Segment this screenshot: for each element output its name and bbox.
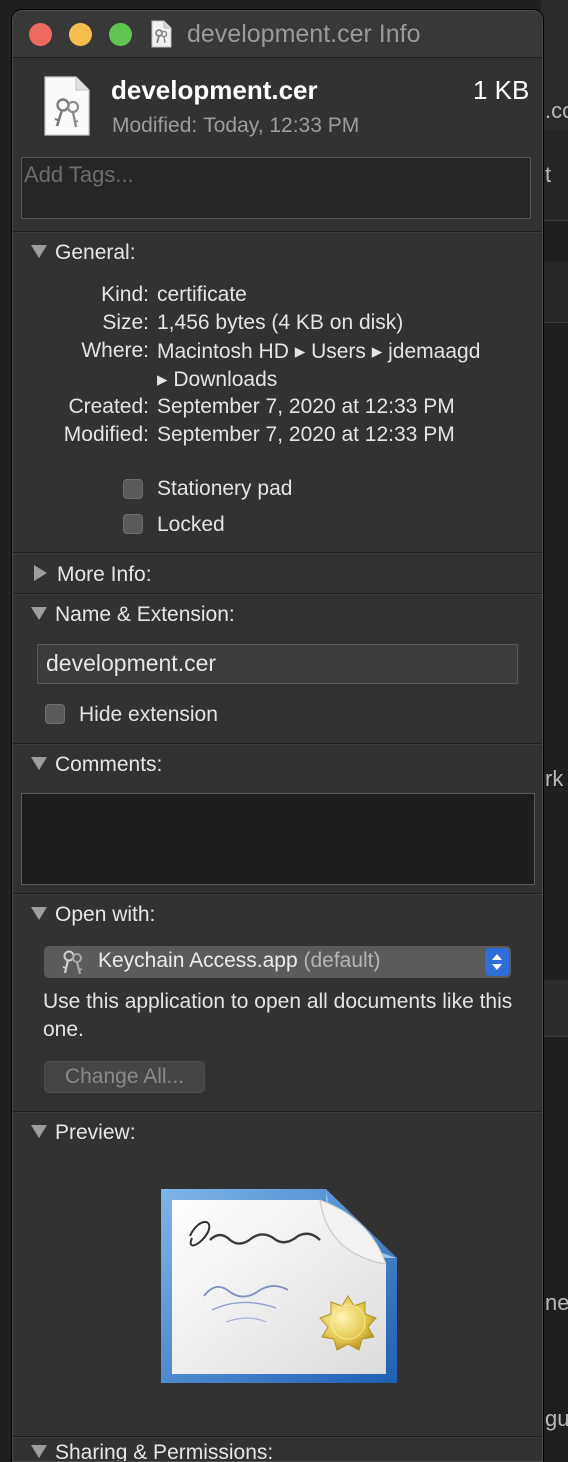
change-all-button[interactable]: Change All... (44, 1061, 205, 1093)
info-window: development.cer Info development.cer 1 K… (12, 10, 543, 1462)
background-text: gu (545, 1406, 568, 1431)
stationery-pad-checkbox[interactable] (123, 479, 143, 499)
where-value-continued: ▸ Downloads (157, 368, 278, 391)
locked-checkbox[interactable] (123, 514, 143, 534)
title-bar[interactable]: development.cer Info (13, 11, 542, 58)
preview-heading: Preview: (55, 1121, 136, 1144)
open-with-description: Use this application to open all documen… (43, 990, 513, 1041)
divider (13, 1436, 542, 1437)
close-button[interactable] (29, 23, 52, 46)
name-extension-heading: Name & Extension: (55, 603, 235, 626)
background-text: t (545, 162, 552, 187)
file-name: development.cer (111, 75, 318, 105)
background-row (541, 980, 568, 1037)
disclosure-open-icon (31, 244, 47, 258)
general-heading: General: (55, 241, 136, 264)
open-with-section-toggle[interactable]: Open with: (31, 903, 155, 927)
hide-extension-checkbox[interactable] (45, 704, 65, 724)
certificate-file-icon (151, 20, 172, 48)
divider (13, 593, 542, 594)
certificate-document-icon (44, 76, 90, 136)
background-text: .co (545, 98, 568, 123)
locked-label: Locked (157, 513, 225, 536)
where-label: Where: (81, 339, 149, 362)
select-arrows-icon[interactable] (485, 948, 509, 976)
stationery-pad-label: Stationery pad (157, 477, 293, 500)
name-field[interactable]: development.cer (37, 644, 518, 684)
disclosure-open-icon (31, 1444, 47, 1458)
divider (13, 893, 542, 894)
tags-placeholder: Add Tags... (24, 162, 134, 187)
comments-heading: Comments: (55, 753, 163, 776)
chevron-down-icon (492, 964, 502, 970)
certificate-preview-image (161, 1189, 397, 1383)
comments-field[interactable] (21, 793, 535, 885)
kind-label: Kind: (101, 283, 149, 306)
application-default-tag: (default) (303, 949, 381, 972)
header-modified-label: Modified: (112, 114, 198, 137)
divider (13, 231, 542, 232)
chevron-up-icon (492, 954, 502, 960)
more-info-section-toggle[interactable]: More Info: (31, 563, 152, 587)
kind-value: certificate (157, 283, 247, 306)
general-section-toggle[interactable]: General: (31, 241, 136, 265)
comments-section-toggle[interactable]: Comments: (31, 753, 162, 777)
disclosure-open-icon (31, 606, 47, 620)
file-size: 1 KB (473, 75, 530, 105)
hide-extension-label: Hide extension (79, 703, 218, 726)
background-text: rk (545, 766, 564, 791)
created-value: September 7, 2020 at 12:33 PM (157, 395, 455, 418)
created-label: Created: (68, 395, 149, 418)
modified-label: Modified: (63, 423, 149, 446)
disclosure-open-icon (31, 906, 47, 920)
tags-field[interactable]: Add Tags... (21, 157, 531, 219)
divider (13, 743, 542, 744)
background-row (541, 262, 568, 323)
name-extension-section-toggle[interactable]: Name & Extension: (31, 603, 235, 627)
size-value: 1,456 bytes (4 KB on disk) (157, 311, 404, 334)
disclosure-open-icon (31, 756, 47, 770)
more-info-heading: More Info: (57, 563, 152, 586)
divider (13, 552, 542, 553)
header-modified-value: Today, 12:33 PM (203, 114, 360, 137)
where-value: Macintosh HD ▸ Users ▸ jdemaagd (157, 340, 481, 363)
keychain-access-icon (62, 950, 83, 975)
application-name: Keychain Access.app (default) (98, 949, 381, 973)
modified-value: September 7, 2020 at 12:33 PM (157, 423, 455, 446)
application-select[interactable]: Keychain Access.app (default) (44, 946, 511, 978)
divider (13, 1111, 542, 1112)
background-text: ne (545, 1290, 568, 1315)
disclosure-closed-icon (34, 565, 47, 582)
window-title: development.cer Info (187, 20, 421, 48)
header-modified: Modified: Today, 12:33 PM (112, 114, 365, 138)
application-name-text: Keychain Access.app (98, 949, 298, 972)
size-label: Size: (102, 311, 149, 334)
disclosure-open-icon (31, 1124, 47, 1138)
minimize-button[interactable] (69, 23, 92, 46)
open-with-heading: Open with: (55, 903, 156, 926)
zoom-button[interactable] (109, 23, 132, 46)
preview-section-toggle[interactable]: Preview: (31, 1121, 136, 1145)
